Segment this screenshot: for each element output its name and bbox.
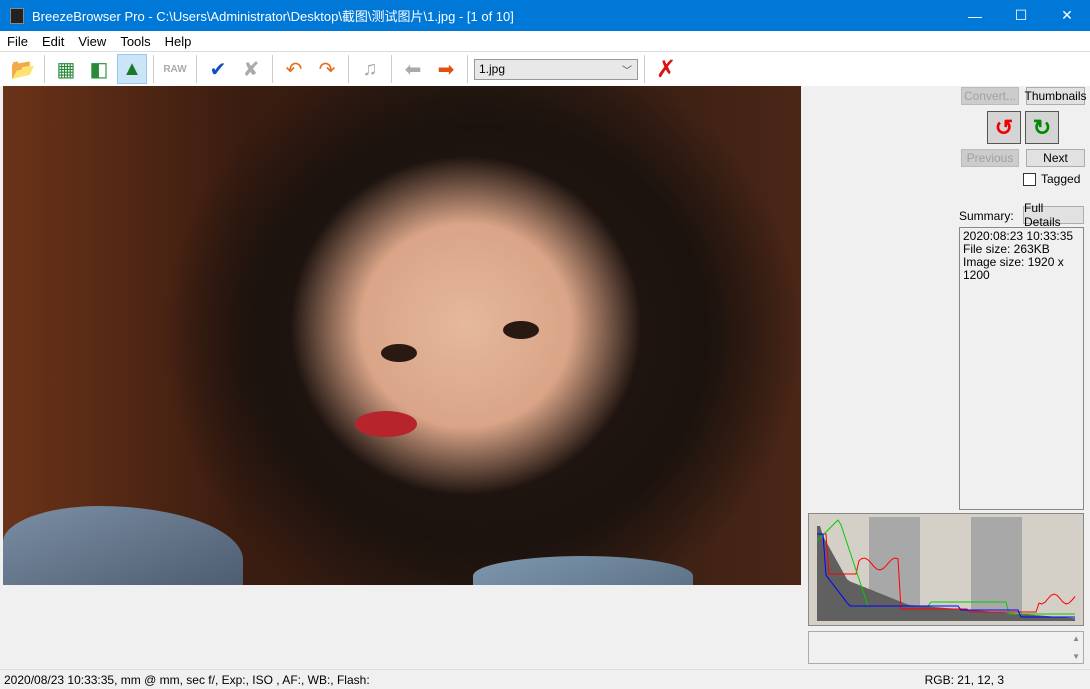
open-folder-icon[interactable]: 📂 — [8, 54, 38, 84]
divider — [644, 55, 645, 83]
status-bar: 2020/08/23 10:33:35, mm @ mm, sec f/, Ex… — [0, 669, 1090, 689]
menu-edit[interactable]: Edit — [35, 34, 71, 49]
scroll-down-icon[interactable]: ▼ — [1072, 652, 1080, 661]
maximize-button[interactable]: ☐ — [998, 0, 1044, 31]
menu-view[interactable]: View — [71, 34, 113, 49]
tagged-label: Tagged — [1041, 172, 1081, 186]
menu-file[interactable]: File — [0, 34, 35, 49]
divider — [196, 55, 197, 83]
untag-rotate-button[interactable]: ↺ — [987, 111, 1021, 144]
thumbnails-grid-icon[interactable]: ▦ — [51, 54, 81, 84]
previous-button[interactable]: Previous — [961, 149, 1019, 167]
image-view[interactable] — [3, 86, 801, 585]
divider — [467, 55, 468, 83]
photo-detail — [473, 556, 693, 585]
toolbar: 📂 ▦ ◧ ▲ RAW ✔ ✘ ↶ ↷ ♫ ⬅ ➡ 1.jpg ﹀ ✗ — [0, 51, 1090, 86]
rotate-left-icon[interactable]: ↶ — [279, 54, 309, 84]
plus-rotate-icon: ↻ — [1032, 114, 1052, 140]
summary-box: 2020:08:23 10:33:35 File size: 263KB Ima… — [959, 227, 1084, 510]
exif-status: 2020/08/23 10:33:35, mm @ mm, sec f/, Ex… — [4, 672, 370, 687]
window-title: BreezeBrowser Pro - C:\Users\Administrat… — [32, 9, 514, 24]
convert-button[interactable]: Convert... — [961, 87, 1019, 105]
tag-check-icon[interactable]: ✔ — [203, 54, 233, 84]
untag-icon[interactable]: ✘ — [236, 54, 266, 84]
summary-label: Summary: — [959, 209, 1014, 223]
back-arrow-icon[interactable]: ⬅ — [398, 54, 428, 84]
delete-icon[interactable]: ✗ — [651, 54, 681, 84]
rotate-right-icon[interactable]: ↷ — [312, 54, 342, 84]
file-combo-value: 1.jpg — [479, 61, 506, 76]
divider — [272, 55, 273, 83]
photo-detail — [355, 411, 417, 437]
checkbox[interactable] — [1023, 172, 1036, 186]
tagged-checkbox[interactable]: Tagged — [1023, 172, 1080, 186]
menu-bar: File Edit View Tools Help — [0, 31, 1090, 51]
rgb-readout: RGB: 21, 12, 3 — [924, 673, 1004, 687]
minimize-button[interactable]: — — [952, 0, 998, 31]
summary-line: Image size: 1920 x 1200 — [963, 255, 1064, 282]
histogram — [808, 513, 1084, 626]
photo-detail — [503, 321, 539, 339]
close-button[interactable]: ✕ — [1044, 0, 1090, 31]
divider — [44, 55, 45, 83]
info-box: ▲ ▼ — [808, 631, 1084, 664]
minus-rotate-icon: ↺ — [994, 114, 1014, 140]
photo-detail — [381, 344, 417, 362]
menu-tools[interactable]: Tools — [113, 34, 157, 49]
forward-arrow-icon[interactable]: ➡ — [431, 54, 461, 84]
divider — [348, 55, 349, 83]
menu-help[interactable]: Help — [158, 34, 199, 49]
divider — [391, 55, 392, 83]
sound-icon[interactable]: ♫ — [355, 54, 385, 84]
title-bar: BreezeBrowser Pro - C:\Users\Administrat… — [0, 0, 1090, 31]
divider — [153, 55, 154, 83]
thumbnails-button[interactable]: Thumbnails — [1024, 87, 1087, 105]
thumbnails-preview-icon[interactable]: ◧ — [84, 54, 114, 84]
raw-icon[interactable]: RAW — [160, 54, 190, 84]
scroll-up-icon[interactable]: ▲ — [1072, 634, 1080, 643]
next-button[interactable]: Next — [1026, 149, 1085, 167]
app-icon — [10, 7, 24, 24]
chevron-down-icon: ﹀ — [622, 65, 632, 77]
tag-rotate-button[interactable]: ↻ — [1025, 111, 1059, 144]
photo-detail — [3, 506, 243, 585]
file-combo[interactable]: 1.jpg ﹀ — [474, 58, 638, 80]
single-image-icon[interactable]: ▲ — [117, 54, 147, 84]
histogram-plot — [816, 517, 1076, 621]
full-details-button[interactable]: Full Details — [1023, 201, 1084, 229]
histogram-band — [971, 517, 1022, 621]
